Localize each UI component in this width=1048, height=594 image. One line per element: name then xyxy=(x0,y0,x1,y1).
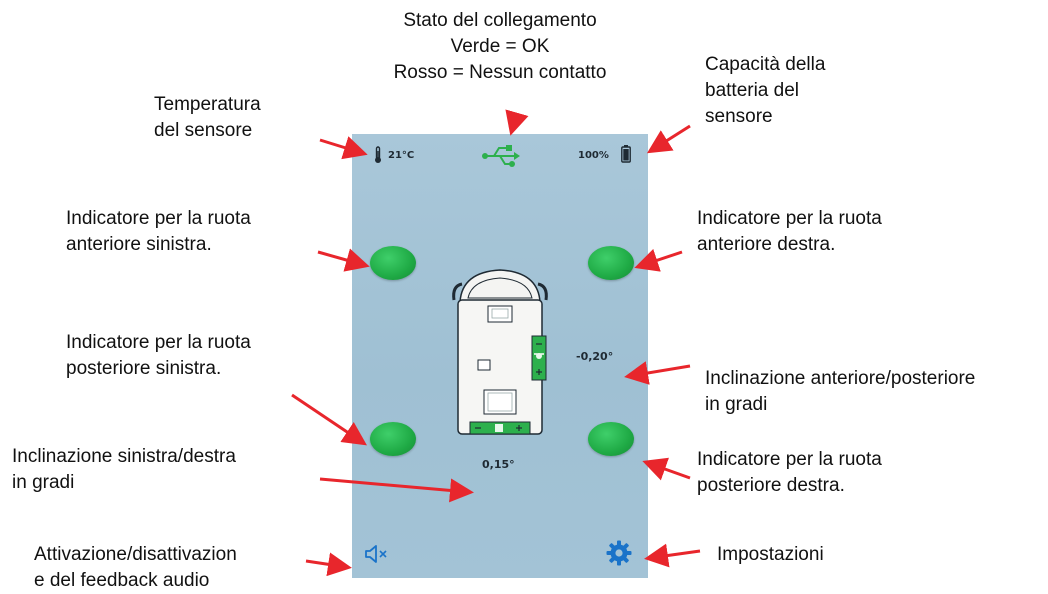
arrow-audio xyxy=(305,552,352,577)
arrow-rear-right xyxy=(642,457,691,481)
arrow-battery xyxy=(646,124,691,154)
arrow-rear-left xyxy=(291,393,367,446)
arrow-settings xyxy=(644,543,701,568)
arrow-temperature xyxy=(319,136,368,160)
arrow-front-right xyxy=(634,248,683,272)
arrow-roll xyxy=(319,477,474,503)
annotation-arrows xyxy=(291,109,701,577)
arrow-front-left xyxy=(317,248,370,272)
arrow-link-status xyxy=(505,109,529,136)
arrow-pitch xyxy=(624,361,691,385)
